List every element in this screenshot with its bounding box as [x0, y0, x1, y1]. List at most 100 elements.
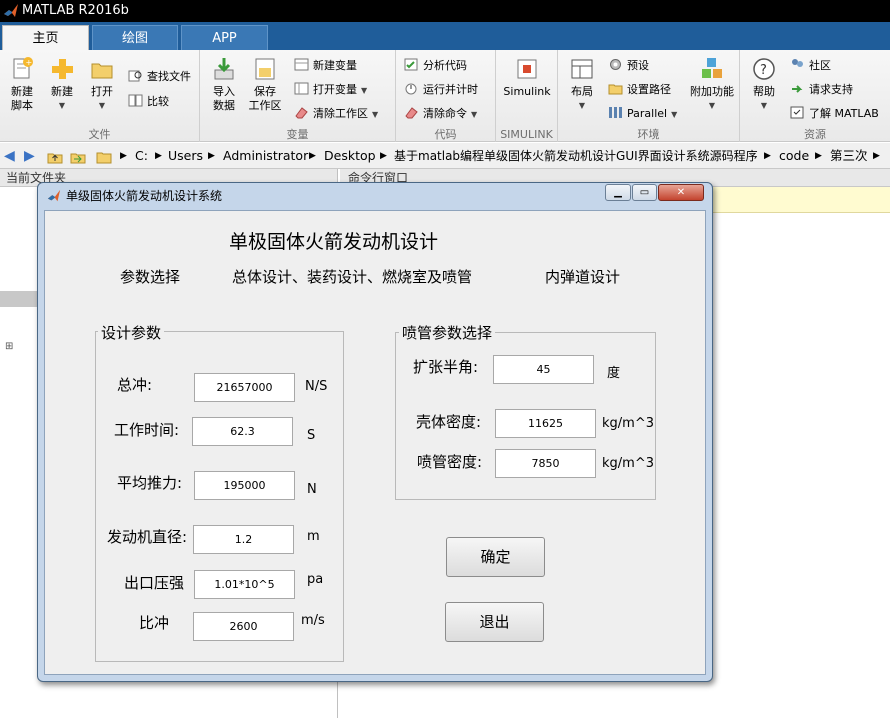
simulink-icon — [517, 59, 537, 79]
main-heading: 单极固体火箭发动机设计 — [229, 231, 439, 253]
run-and-time-button[interactable]: 运行并计时 — [404, 80, 478, 100]
analyze-code-icon — [404, 58, 418, 71]
new-script-button[interactable]: + 新建 脚本 — [0, 56, 44, 113]
breadcrumb-separator-icon: ▶ — [120, 151, 127, 161]
forward-arrow-icon[interactable]: ▶ — [24, 143, 35, 169]
tab-apps[interactable]: APP — [181, 25, 268, 50]
import-label-1: 导入 — [213, 85, 235, 98]
breadcrumb-item[interactable]: Users — [168, 143, 203, 169]
breadcrumb-item[interactable]: code — [779, 143, 809, 169]
analyze-code-label: 分析代码 — [423, 59, 467, 72]
chevron-down-icon: ▼ — [98, 101, 106, 110]
section-label-file: 文件 — [88, 128, 111, 141]
total-impulse-field[interactable]: 21657000 — [194, 373, 295, 402]
menu-overall-design[interactable]: 总体设计、装药设计、燃烧室及喷管 — [232, 266, 472, 287]
set-path-button[interactable]: 设置路径 — [608, 80, 671, 100]
compare-label: 比较 — [147, 95, 169, 108]
preferences-button[interactable]: 预设 — [608, 56, 649, 76]
dialog-client-area: 单极固体火箭发动机设计 参数选择 总体设计、装药设计、燃烧室及喷管 内弹道设计 … — [44, 210, 706, 675]
simulink-label: Simulink — [503, 85, 551, 98]
find-files-label: 查找文件 — [147, 70, 191, 83]
minimize-button[interactable]: ▁ — [605, 184, 631, 201]
close-button[interactable]: ✕ — [658, 184, 704, 201]
case-density-field[interactable]: 11625 — [495, 409, 596, 438]
file-list-selection[interactable] — [0, 291, 40, 307]
analyze-code-button[interactable]: 分析代码 — [404, 56, 467, 76]
tab-plots[interactable]: 绘图 — [92, 25, 178, 50]
breadcrumb-separator-icon: ▶ — [208, 151, 215, 161]
new-script-label-2: 脚本 — [11, 99, 33, 112]
breadcrumb-separator-icon: ▶ — [764, 151, 771, 161]
ribbon-section-file: + 新建 脚本 新建 ▼ 打开 ▼ 查找文件 比较 文件 — [0, 50, 200, 142]
confirm-button[interactable]: 确定 — [446, 537, 545, 577]
section-label-simulink: SIMULINK — [500, 128, 553, 141]
breadcrumb-item[interactable]: 第三次 — [830, 143, 868, 169]
save-label-1: 保存 — [254, 85, 276, 98]
clear-workspace-button[interactable]: 清除工作区 ▼ — [294, 104, 378, 124]
ribbon-tab-bar: 主页 绘图 APP — [0, 22, 890, 50]
layout-label: 布局 — [571, 85, 593, 98]
expansion-half-angle-label: 扩张半角: — [413, 358, 479, 376]
specific-impulse-field[interactable]: 2600 — [193, 612, 294, 641]
parallel-label: Parallel — [627, 107, 668, 120]
find-files-button[interactable]: 查找文件 — [128, 67, 191, 87]
new-variable-button[interactable]: 新建变量 — [294, 56, 357, 76]
average-thrust-unit: N — [307, 482, 317, 497]
section-label-environment: 环境 — [637, 128, 660, 141]
chevron-down-icon: ▼ — [372, 110, 379, 119]
plus-icon — [52, 59, 73, 79]
breadcrumb-item[interactable]: 基于matlab编程单级固体火箭发动机设计GUI界面设计系统源码程序 — [394, 143, 758, 169]
design-parameters-title: 设计参数 — [98, 322, 165, 343]
breadcrumb-item[interactable]: Administrator — [223, 143, 308, 169]
back-arrow-icon[interactable]: ◀ — [4, 143, 15, 169]
request-support-button[interactable]: 请求支持 — [790, 80, 853, 100]
average-thrust-field[interactable]: 195000 — [194, 471, 295, 500]
save-workspace-button[interactable]: 保存 工作区 — [243, 56, 287, 113]
open-variable-label: 打开变量 — [313, 83, 357, 96]
burn-time-label: 工作时间: — [114, 421, 180, 439]
simulink-button[interactable]: Simulink — [501, 56, 553, 99]
nozzle-density-field[interactable]: 7850 — [495, 449, 596, 478]
help-button[interactable]: ? 帮助 ▼ — [742, 56, 786, 113]
import-data-button[interactable]: 导入 数据 — [202, 56, 246, 113]
open-variable-button[interactable]: 打开变量 ▼ — [294, 80, 367, 100]
maximize-button[interactable]: ▭ — [632, 184, 657, 201]
open-button[interactable]: 打开 ▼ — [80, 56, 124, 113]
breadcrumb-item[interactable]: C: — [135, 143, 148, 169]
find-files-icon — [128, 70, 142, 82]
breadcrumb-separator-icon: ▶ — [380, 151, 387, 161]
average-thrust-label: 平均推力: — [117, 474, 183, 492]
clear-workspace-label: 清除工作区 — [313, 107, 368, 120]
exit-pressure-label: 出口压强 — [124, 574, 185, 592]
specific-impulse-unit: m/s — [301, 613, 325, 628]
layout-button[interactable]: 布局 ▼ — [560, 56, 604, 113]
menu-interior-ballistics[interactable]: 内弹道设计 — [545, 266, 620, 287]
exit-pressure-field[interactable]: 1.01*10^5 — [194, 570, 295, 599]
clear-commands-button[interactable]: 清除命令 ▼ — [404, 104, 477, 124]
expand-icon[interactable]: ⊞ — [5, 341, 13, 352]
chevron-down-icon: ▼ — [671, 110, 678, 119]
breadcrumb-item[interactable]: Desktop — [324, 143, 376, 169]
app-title: MATLAB R2016b — [22, 3, 129, 18]
menu-parameter-selection[interactable]: 参数选择 — [120, 266, 180, 287]
save-label-2: 工作区 — [248, 99, 282, 112]
addons-button[interactable]: 附加功能 ▼ — [686, 56, 738, 113]
breadcrumb-separator-icon: ▶ — [155, 151, 162, 161]
total-impulse-unit: N/S — [305, 379, 328, 394]
burn-time-field[interactable]: 62.3 — [192, 417, 293, 446]
compare-button[interactable]: 比较 — [128, 92, 169, 112]
exit-button[interactable]: 退出 — [445, 602, 544, 642]
community-label: 社区 — [809, 59, 831, 72]
tab-home[interactable]: 主页 — [2, 25, 89, 50]
exit-pressure-unit: pa — [307, 572, 324, 587]
learn-matlab-button[interactable]: 了解 MATLAB — [790, 104, 879, 124]
chevron-down-icon: ▼ — [471, 110, 478, 119]
engine-diameter-field[interactable]: 1.2 — [193, 525, 294, 554]
new-button[interactable]: 新建 ▼ — [40, 56, 84, 113]
layout-icon — [571, 59, 593, 79]
community-button[interactable]: 社区 — [790, 56, 831, 76]
expansion-half-angle-field[interactable]: 45 — [493, 355, 594, 384]
parallel-button[interactable]: Parallel ▼ — [608, 104, 677, 124]
chevron-down-icon: ▼ — [708, 101, 716, 110]
addons-label: 附加功能 — [690, 85, 734, 98]
